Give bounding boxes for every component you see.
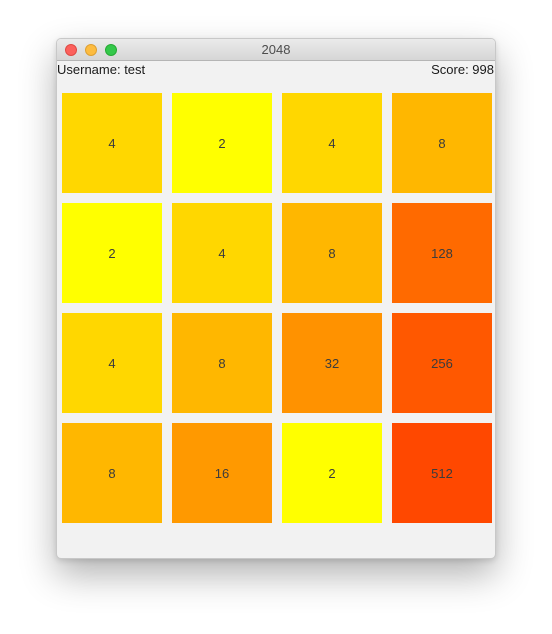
tile: 4	[62, 313, 162, 413]
tile: 8	[282, 203, 382, 303]
tile: 2	[172, 93, 272, 193]
title-bar[interactable]: 2048	[57, 39, 495, 61]
tile: 8	[172, 313, 272, 413]
tile: 4	[172, 203, 272, 303]
game-board: 4 2 4 8 2 4 8 128 4 8 32 256 8 16 2 512	[62, 93, 492, 523]
username-label: Username: test	[57, 62, 146, 77]
tile: 512	[392, 423, 492, 523]
tile: 16	[172, 423, 272, 523]
tile: 4	[282, 93, 382, 193]
tile: 8	[392, 93, 492, 193]
tile: 128	[392, 203, 492, 303]
tile: 4	[62, 93, 162, 193]
score-label: Score: 998	[431, 62, 494, 77]
tile: 2	[282, 423, 382, 523]
tile: 32	[282, 313, 382, 413]
tile: 8	[62, 423, 162, 523]
tile: 2	[62, 203, 162, 303]
game-window: 2048 Username: test Score: 998 4 2 4 8 2…	[56, 38, 496, 559]
window-title: 2048	[261, 42, 291, 57]
tile: 256	[392, 313, 492, 413]
